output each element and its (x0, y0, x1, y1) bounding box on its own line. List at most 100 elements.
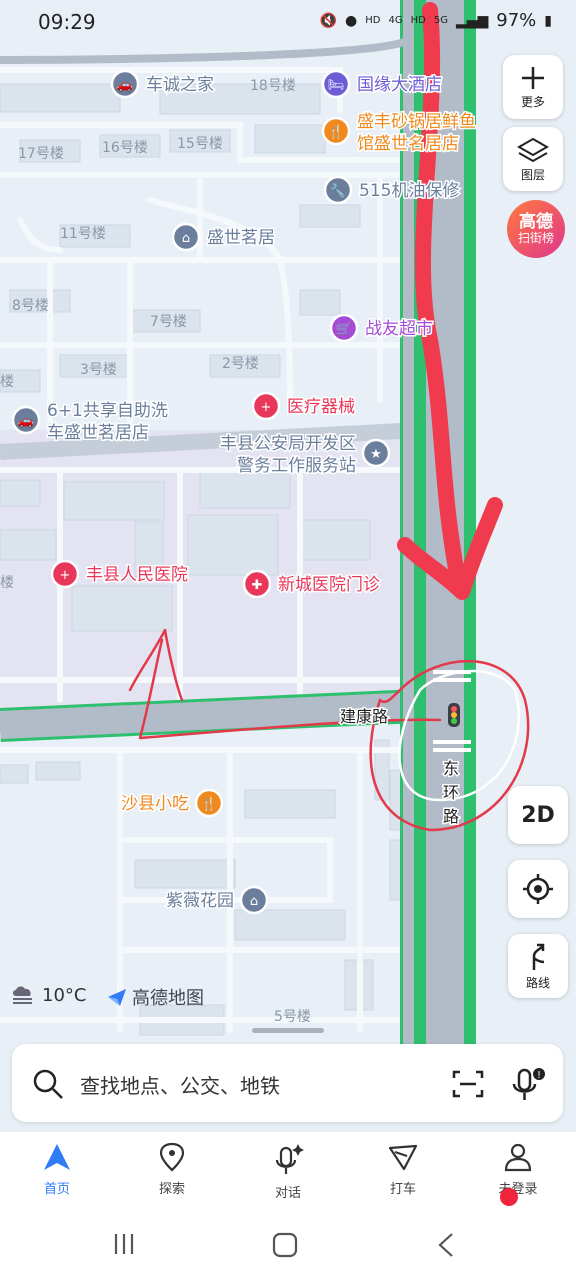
tab-explore-label: 探索 (158, 1182, 185, 1197)
weather-widget[interactable]: 10°C (10, 984, 86, 1006)
scan-icon[interactable] (452, 1068, 484, 1100)
system-nav-bar (0, 1210, 576, 1280)
restaurant-icon-glyph: 🍴 (201, 796, 217, 812)
car-repair-icon-glyph: 🔧 (330, 182, 346, 199)
poi-label: 新城医院门诊 (278, 575, 380, 595)
2d-label: 2D (521, 802, 555, 828)
search-bar[interactable]: 查找地点、公交、地铁 ! (12, 1044, 563, 1122)
hd-badge-1: HD (365, 15, 381, 26)
route-arrow-icon (532, 943, 545, 970)
drag-handle[interactable] (252, 1028, 324, 1033)
building-label: 11号楼 (60, 226, 106, 242)
search-placeholder: 查找地点、公交、地铁 (80, 1074, 280, 1098)
brand-name: 高德地图 (132, 988, 204, 1009)
home-nav-icon (44, 1144, 70, 1170)
amap-logo: 高德地图 (106, 984, 204, 1010)
poi-label: 6+1共享自助洗 (47, 401, 168, 421)
building-label: 2号楼 (222, 356, 259, 372)
crosshair-icon (523, 874, 553, 904)
poi-label: 盛世茗居 (207, 228, 275, 248)
cloudy-icon (13, 986, 32, 1004)
poi-marker[interactable]: 🛒 战友超市 (329, 313, 435, 343)
poi-marker[interactable]: 🛏 国缘大酒店 (321, 69, 444, 99)
tab-home-label: 首页 (43, 1182, 70, 1197)
plus-icon (522, 66, 544, 89)
tab-chat[interactable]: 对话 (243, 1142, 333, 1201)
poi-label: 车诚之家 (146, 75, 214, 95)
street-ranking-badge[interactable]: 高德 扫街榜 (507, 200, 565, 258)
layers-button[interactable]: 图层 (503, 127, 563, 191)
tab-profile-label: 未登录 (498, 1182, 538, 1197)
recent-apps-icon[interactable] (112, 1232, 136, 1256)
residence-icon-glyph: ⌂ (250, 894, 258, 909)
status-time: 09:29 (38, 10, 96, 34)
tab-taxi-label: 打车 (389, 1182, 416, 1197)
tab-home[interactable]: 首页 (12, 1142, 102, 1197)
home-button-icon[interactable] (272, 1232, 298, 1258)
building-label: 16号楼 (102, 140, 148, 156)
tab-profile[interactable]: 未登录 (473, 1142, 563, 1206)
poi-marker[interactable]: ⌂ 盛世茗居 (171, 222, 277, 252)
police-icon-glyph: ★ (370, 447, 382, 462)
poi-label: 医疗器械 (287, 397, 355, 417)
tab-explore[interactable]: 探索 (127, 1142, 217, 1197)
voice-mic-icon[interactable]: ! (508, 1064, 548, 1104)
weather-temp: 10°C (42, 984, 87, 1006)
car-wash-icon-glyph: 🚗 (117, 78, 133, 93)
building-label: 楼 (0, 374, 14, 390)
poi-marker[interactable]: + 医疗器械 (251, 391, 357, 421)
battery-level: 97% (496, 10, 537, 31)
medical-icon-glyph: + (261, 400, 272, 415)
poi-label: 国缘大酒店 (357, 75, 442, 95)
hospital-icon-glyph: + (60, 568, 71, 583)
location-icon: ● (345, 12, 358, 29)
road-label-east: 东环路 (442, 758, 461, 828)
network-badge-2: 5G (433, 15, 448, 26)
poi-label: 车盛世茗居店 (47, 423, 149, 443)
poi-label: 馆盛世名居店 (357, 134, 459, 154)
locate-button[interactable] (508, 860, 568, 918)
poi-label: 警务工作服务站 (237, 456, 356, 476)
2d-mode-button[interactable]: 2D (508, 786, 568, 844)
building-label: 7号楼 (150, 314, 187, 330)
poi-label: 丰县人民医院 (86, 565, 188, 585)
supermarket-icon-glyph: 🛒 (336, 321, 352, 337)
amap-logo-icon (108, 989, 126, 1006)
poi-marker[interactable]: ⌂ 紫薇花园 (165, 885, 269, 915)
traffic-light-icon (448, 703, 460, 727)
poi-marker[interactable]: + 丰县人民医院 (50, 559, 190, 589)
status-bar: 09:29 🔇 ● HD 4G HD 5G ▂▄▆ 97% ▮ (0, 0, 576, 46)
poi-marker[interactable]: 🍴 沙县小吃 (120, 788, 224, 818)
notification-dot (500, 1188, 518, 1206)
network-badge-1: 4G (388, 15, 403, 26)
bottom-tab-bar: 首页 探索 对话 打车 未登录 (0, 1132, 576, 1210)
poi-label: 紫薇花园 (166, 891, 234, 911)
svg-text:!: ! (537, 1070, 541, 1081)
map-canvas[interactable]: 18号楼17号楼 16号楼 15号楼11号楼8号楼7号楼3号楼 2号楼楼楼5号楼 🚗 车… (0, 0, 576, 1130)
poi-label: 沙县小吃 (121, 794, 189, 814)
layers-icon (517, 137, 549, 162)
road-label-south: 建康路 (340, 707, 388, 726)
more-button[interactable]: 更多 (503, 55, 563, 119)
building-label: 5号楼 (274, 1009, 311, 1025)
poi-marker[interactable]: ✚ 新城医院门诊 (242, 569, 382, 599)
building-label: 8号楼 (12, 298, 49, 314)
poi-marker[interactable]: 🚗 车诚之家 (110, 69, 216, 99)
user-icon (504, 1143, 532, 1172)
poi-label: 盛丰砂锅居鲜鱼 (357, 112, 476, 132)
route-button[interactable]: 路线 (508, 934, 568, 998)
hotel-icon-glyph: 🛏 (328, 78, 345, 93)
car-wash-icon-glyph: 🚗 (18, 414, 34, 429)
tab-chat-label: 对话 (274, 1186, 301, 1201)
poi-marker[interactable]: 🔧 515机油保修 (323, 175, 461, 205)
poi-label: 丰县公安局开发区 (220, 434, 356, 454)
badge-subtitle: 扫街榜 (517, 231, 554, 245)
building-label: 楼 (0, 575, 14, 591)
tab-taxi[interactable]: 打车 (358, 1142, 448, 1197)
poi-label: 515机油保修 (359, 181, 459, 201)
more-label: 更多 (520, 94, 545, 109)
building-label: 3号楼 (80, 362, 117, 378)
battery-icon: ▮ (544, 12, 552, 29)
building-label: 18号楼 (250, 78, 296, 94)
back-icon[interactable] (436, 1232, 456, 1258)
